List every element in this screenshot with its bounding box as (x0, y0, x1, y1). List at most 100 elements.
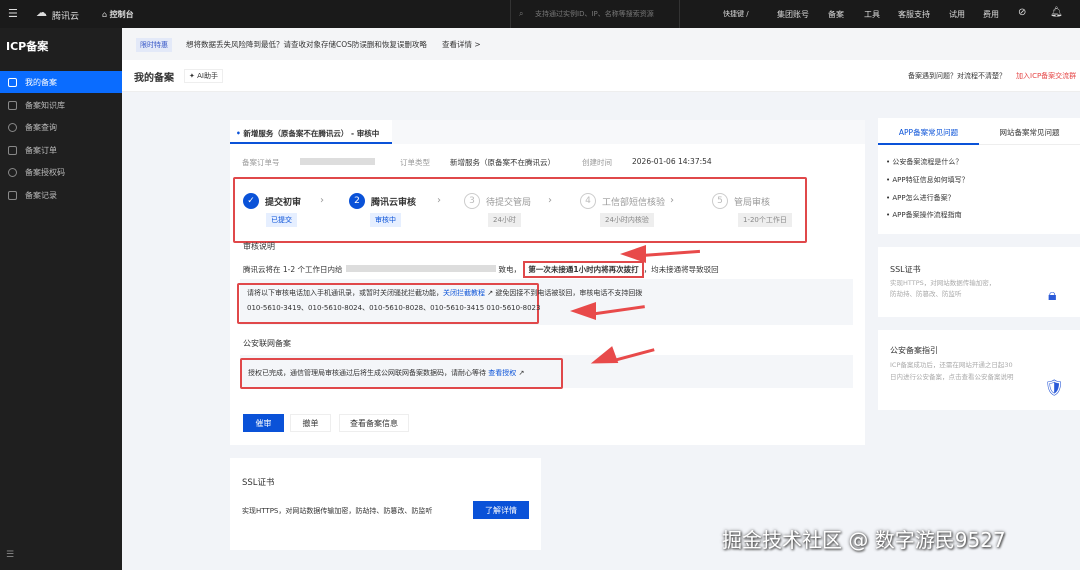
chevron-right-icon: › (670, 195, 674, 206)
search-icon: ⌕ (519, 9, 524, 18)
nav-billing[interactable]: 费用 (983, 9, 999, 20)
order-no-redacted (300, 158, 375, 165)
annotation-arrow (570, 302, 596, 320)
search-icon (8, 122, 17, 132)
review-title: 审核说明 (243, 242, 275, 251)
sidebar-item-my-beian[interactable]: 我的备案 (0, 71, 122, 93)
highlight-callback: 第一次未接通1小时内将再次拨打 (523, 261, 644, 278)
sidebar: ICP备案 我的备案 备案知识库 备案查询 备案订单 备案授权码 备案记录 ☰ (0, 28, 122, 570)
faq-item[interactable]: • APP备案操作流程指南 (886, 210, 962, 220)
ssl-title: SSL证书 (242, 478, 275, 488)
search-input[interactable]: ⌕ 支持通过实例ID、IP、名称等搜索资源 (510, 0, 680, 28)
order-no-label: 备案订单号 (242, 158, 280, 167)
order-tab[interactable]: • 新增服务（原备案不在腾讯云） - 审核中 (230, 120, 392, 144)
nav-support[interactable]: 客服支持 (898, 9, 930, 20)
promo-police-card[interactable]: 公安备案指引 ICP备案成功后，还需在网站开通之日起30日内进行公安备案，点击查… (878, 330, 1080, 410)
top-bar: ☰ ☁ 腾讯云 ⌂ 控制台 ⌕ 支持通过实例ID、IP、名称等搜索资源 快捷键 … (0, 0, 1080, 28)
step-1-status: 已提交 (266, 213, 297, 227)
step-5-status: 1-20个工作日 (738, 213, 792, 227)
step-4: 4 工信部短信核验 (580, 193, 665, 209)
tab-app-faq[interactable]: APP备案常见问题 (878, 118, 979, 145)
check-icon: ✓ (243, 193, 259, 209)
sidebar-item-auth-code[interactable]: 备案授权码 (0, 161, 122, 183)
view-auth-link[interactable]: 查看授权 (488, 369, 516, 377)
learn-more-button[interactable]: 了解详情 (473, 501, 529, 519)
sidebar-item-orders[interactable]: 备案订单 (0, 139, 122, 161)
help-text: 备案遇到问题？对流程不清楚？ (908, 72, 1006, 80)
sidebar-item-label: 我的备案 (25, 77, 57, 87)
watermark: 掘金技术社区 @ 数字游民9527 (722, 528, 1006, 552)
promo-title: SSL证书 (890, 265, 921, 274)
police-title: 公安联网备案 (243, 339, 291, 348)
compass-icon[interactable]: ⊘ (1018, 7, 1026, 18)
notice-bar: 限时特惠 想将数据丢失风险降到最低？请查收对象存储COS防误删和恢复误删攻略 查… (122, 28, 1080, 60)
notice-text: 想将数据丢失风险降到最低？请查收对象存储COS防误删和恢复误删攻略 (186, 40, 427, 49)
menu-icon[interactable]: ☰ (8, 7, 18, 20)
console-link[interactable]: ⌂ 控制台 (102, 9, 134, 20)
sidebar-item-label: 备案知识库 (25, 100, 65, 110)
sidebar-item-records[interactable]: 备案记录 (0, 184, 122, 206)
book-icon (8, 100, 17, 110)
sidebar-item-label: 备案查询 (25, 122, 57, 132)
collapse-icon[interactable]: ☰ (6, 550, 14, 560)
sidebar-item-knowledge[interactable]: 备案知识库 (0, 94, 122, 116)
police-text: 授权已完成，通信管理局审核通过后将生成公网联网备案数据码，请耐心等待 查看授权 … (248, 369, 525, 377)
bell-icon[interactable]: 🔔︎ (1050, 7, 1063, 18)
review-desc: 腾讯云将在 1-2 个工作日内给 致电， 第一次未接通1小时内将再次拨打 ，均未接通… (243, 261, 719, 278)
sidebar-title: ICP备案 (6, 40, 49, 53)
shield-icon: 🛡︎ (1044, 378, 1065, 397)
nav-group-account[interactable]: 集团账号 (777, 9, 809, 20)
search-placeholder: 支持通过实例ID、IP、名称等搜索资源 (535, 10, 654, 18)
promo-desc: 实现HTTPS，对网站数据传输加密，防劫持、防篡改、防监听 (890, 279, 996, 298)
notice-link[interactable]: 查看详情 > (442, 39, 481, 50)
join-group-link[interactable]: 加入ICP备案交流群 (1016, 71, 1076, 81)
record-icon (8, 190, 17, 200)
phone-tip: 请将以下审核电话加入手机通讯录，或暂时关闭骚扰拦截功能，关闭拦截教程 ↗ 避免因… (247, 289, 643, 297)
doc-icon (8, 77, 17, 87)
page-header: 我的备案 ✦ AI助手 备案遇到问题？对流程不清楚？ 加入ICP备案交流群 (122, 60, 1080, 92)
shortcut-hint: 快捷键 / (723, 10, 749, 18)
step-3-status: 24小时 (488, 213, 521, 227)
order-type-value: 新增服务（原备案不在腾讯云） (450, 158, 555, 167)
nav-trial[interactable]: 试用 (949, 9, 965, 20)
sidebar-item-query[interactable]: 备案查询 (0, 116, 122, 138)
promo-title: 公安备案指引 (890, 346, 938, 355)
page-title: 我的备案 (134, 73, 174, 84)
urge-review-button[interactable]: 催审 (243, 414, 284, 432)
view-info-button[interactable]: 查看备案信息 (339, 414, 409, 432)
order-type-label: 订单类型 (400, 158, 430, 167)
sidebar-item-label: 备案记录 (25, 190, 57, 200)
step-1: ✓ 提交初审 (243, 193, 301, 209)
nav-beian[interactable]: 备案 (828, 9, 844, 20)
sidebar-item-label: 备案订单 (25, 145, 57, 155)
promo-badge: 限时特惠 (136, 38, 172, 52)
nav-tools[interactable]: 工具 (864, 9, 880, 20)
step-5: 5 管局审核 (712, 193, 770, 209)
tab-website-faq[interactable]: 网站备案常见问题 (979, 118, 1080, 145)
cloud-logo-icon[interactable]: ☁ (36, 6, 47, 19)
sidebar-item-label: 备案授权码 (25, 167, 65, 177)
step-2: 2 腾讯云审核 (349, 193, 416, 209)
chevron-right-icon: › (437, 195, 441, 206)
lock-icon: 🔒︎ (1048, 285, 1057, 304)
created-time-value: 2026-01-06 14:37:54 (632, 157, 712, 166)
promo-ssl-card[interactable]: SSL证书 实现HTTPS，对网站数据传输加密，防劫持、防篡改、防监听 🔒︎ (878, 247, 1080, 317)
chevron-right-icon: › (320, 195, 324, 206)
close-intercept-link[interactable]: 关闭拦截教程 (443, 289, 485, 297)
ai-assistant-button[interactable]: ✦ AI助手 (184, 69, 223, 83)
info-icon (8, 167, 17, 177)
faq-item[interactable]: • APP特征信息如何填写？ (886, 175, 969, 185)
created-time-label: 创建时间 (582, 158, 612, 167)
promo-desc: ICP备案成功后，还需在网站开通之日起30日内进行公安备案，点击查看公安备案说明 (890, 361, 1014, 381)
brand[interactable]: 腾讯云 (52, 9, 79, 22)
faq-item[interactable]: • APP怎么进行备案？ (886, 193, 955, 203)
chevron-right-icon: › (548, 195, 552, 206)
step-4-status: 24小时内核验 (600, 213, 654, 227)
ssl-card: SSL证书 实现HTTPS，对网站数据传输加密，防劫持、防篡改、防监听 了解详情 (230, 458, 541, 550)
ssl-desc: 实现HTTPS，对网站数据传输加密，防劫持、防篡改、防监听 (242, 507, 433, 515)
faq-item[interactable]: • 公安备案流程是什么？ (886, 157, 962, 167)
highlight-box-steps (233, 177, 807, 243)
withdraw-button[interactable]: 撤单 (290, 414, 331, 432)
phone-numbers: 010-5610-3419、010-5610-8024、010-5610-802… (247, 304, 541, 312)
step-3: 3 待提交管局 (464, 193, 531, 209)
